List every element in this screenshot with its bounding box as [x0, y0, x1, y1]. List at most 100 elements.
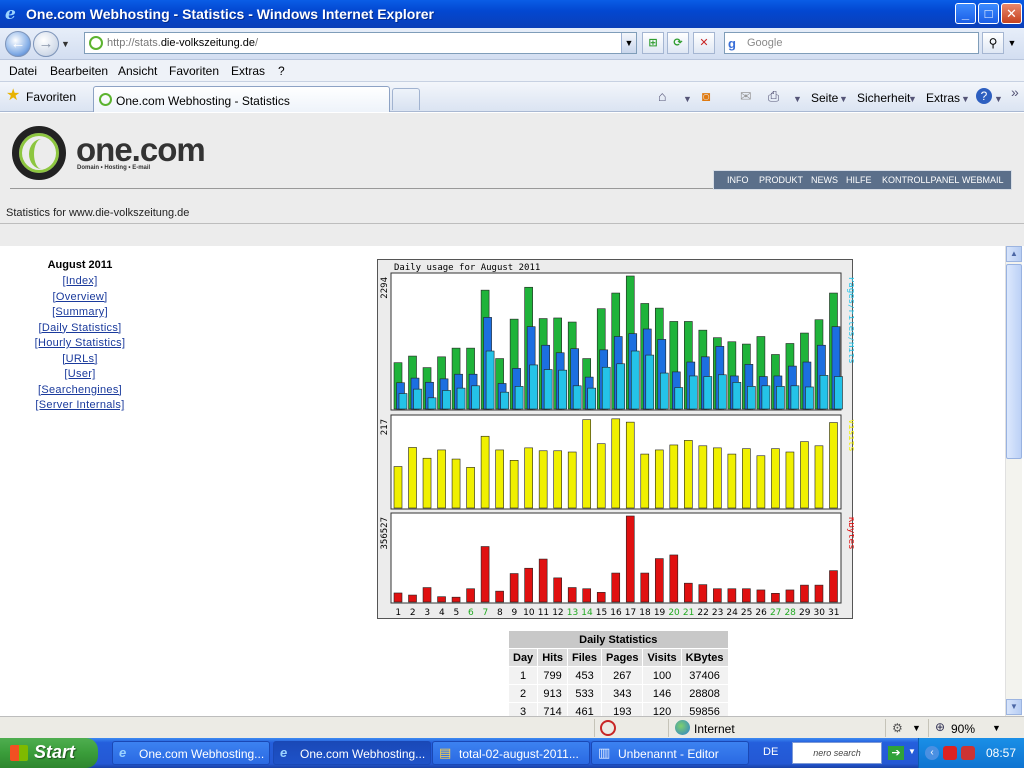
nav-kontrollpanel[interactable]: KONTROLLPANEL — [882, 175, 959, 185]
address-bar[interactable]: http://stats.die-volkszeitung.de/ ▼ — [84, 32, 637, 54]
menu-item-extras[interactable]: Extras — [231, 64, 265, 78]
zoom-dropdown-icon[interactable]: ▼ — [992, 723, 1001, 733]
table-cell: 714 — [537, 702, 568, 716]
one-com-logo-icon[interactable] — [12, 126, 66, 180]
link-server-internals[interactable]: [Server Internals] — [0, 399, 160, 415]
close-button[interactable]: ✕ — [1001, 3, 1022, 24]
new-tab-button[interactable] — [392, 88, 420, 110]
stop-icon[interactable]: ✕ — [693, 32, 715, 54]
forward-button[interactable]: → — [33, 31, 59, 57]
security-menu-button[interactable]: Sicherheit — [857, 91, 910, 105]
link-daily-statistics[interactable]: [Daily Statistics] — [0, 322, 160, 338]
back-button[interactable]: ← — [5, 31, 31, 57]
nav-webmail[interactable]: WEBMAIL — [962, 175, 1004, 185]
link-hourly-statistics[interactable]: [Hourly Statistics] — [0, 337, 160, 353]
panel-ymax-label: 2294 — [380, 277, 390, 299]
bar-kbytes — [654, 558, 664, 603]
status-separator — [885, 719, 886, 737]
taskbar-item-editor[interactable]: ▥ Unbenannt - Editor — [591, 741, 749, 765]
more-commands-icon[interactable]: » — [1011, 84, 1019, 100]
home-icon[interactable]: ⌂ — [658, 88, 666, 104]
x-tick-label: 24 — [726, 608, 738, 618]
nav-news[interactable]: NEWS — [811, 175, 838, 185]
bar-visits — [785, 451, 795, 509]
link-urls[interactable]: [URLs] — [0, 353, 160, 369]
search-box[interactable]: g Google — [724, 32, 979, 54]
address-url[interactable]: http://stats.die-volkszeitung.de/ — [107, 37, 258, 49]
site-logo-text[interactable]: one.com — [76, 131, 206, 169]
menu-bar: Datei Bearbeiten Ansicht Favoriten Extra… — [0, 60, 1024, 82]
link-summary[interactable]: [Summary] — [0, 306, 160, 322]
read-mail-icon[interactable]: ✉ — [740, 88, 752, 104]
tray-collapse-icon[interactable]: ‹ — [925, 746, 939, 760]
scroll-up-icon[interactable]: ▲ — [1006, 246, 1022, 262]
recent-pages-dropdown-icon[interactable]: ▼ — [61, 39, 70, 49]
print-dropdown-icon[interactable]: ▼ — [793, 91, 802, 107]
taskbar-item-ie-2[interactable]: e One.com Webhosting... — [273, 741, 431, 765]
help-icon[interactable]: ? — [976, 88, 992, 104]
page-menu-button[interactable]: Seite — [811, 91, 838, 105]
menu-item-bearbeiten[interactable]: Bearbeiten — [50, 64, 108, 78]
protected-mode-dropdown-icon[interactable]: ▼ — [912, 723, 921, 733]
tools-menu-button[interactable]: Extras — [926, 91, 960, 105]
tools-dropdown-icon[interactable]: ▼ — [961, 91, 970, 107]
vertical-scrollbar[interactable]: ▲ ▼ — [1005, 246, 1022, 716]
taskbar-item-image[interactable]: ▤ total-02-august-2011... — [432, 741, 590, 765]
link-user[interactable]: [User] — [0, 368, 160, 384]
minimize-button[interactable]: _ — [955, 3, 976, 24]
page-dropdown-icon[interactable]: ▼ — [839, 91, 848, 107]
help-dropdown-icon[interactable]: ▼ — [994, 91, 1003, 107]
link-overview[interactable]: [Overview] — [0, 291, 160, 307]
bar-visits — [567, 451, 577, 509]
antivirus-icon[interactable] — [961, 746, 975, 760]
bar-kbytes — [756, 589, 766, 603]
nav-produkt[interactable]: PRODUKT — [759, 175, 803, 185]
menu-item-ansicht[interactable]: Ansicht — [118, 64, 157, 78]
nav-hilfe[interactable]: HILFE — [846, 175, 872, 185]
maximize-button[interactable]: □ — [978, 3, 999, 24]
feeds-icon[interactable]: ◙ — [702, 88, 710, 104]
start-button[interactable]: Start — [0, 738, 98, 768]
scroll-down-icon[interactable]: ▼ — [1006, 699, 1022, 715]
bar-kbytes — [480, 546, 490, 603]
nero-search-box[interactable]: nero search — [792, 742, 882, 764]
search-options-dropdown-icon[interactable]: ▼ — [1005, 32, 1019, 54]
security-dropdown-icon[interactable]: ▼ — [908, 91, 917, 107]
bar-pages — [514, 386, 524, 410]
table-cell: 2 — [507, 684, 539, 703]
x-tick-label: 15 — [596, 608, 607, 618]
link-index[interactable]: [Index] — [0, 275, 160, 291]
menu-item-datei[interactable]: Datei — [9, 64, 37, 78]
print-icon[interactable]: ⎙ — [768, 88, 779, 104]
bar-kbytes — [684, 582, 693, 603]
zoom-level[interactable]: 90% — [951, 722, 975, 736]
tab-statistics[interactable]: One.com Webhosting - Statistics — [93, 86, 390, 112]
nav-info[interactable]: INFO — [727, 175, 749, 185]
bar-pages — [529, 364, 538, 410]
menu-item-favoriten[interactable]: Favoriten — [169, 64, 219, 78]
compatibility-view-icon[interactable]: ⊞ — [642, 32, 664, 54]
go-arrow-icon[interactable]: ➔ — [888, 746, 904, 760]
favorites-button[interactable]: Favoriten — [26, 90, 76, 104]
x-tick-label: 30 — [813, 608, 825, 618]
language-indicator[interactable]: DE — [763, 746, 778, 758]
nero-dropdown-icon[interactable]: ▼ — [908, 747, 916, 756]
popup-blocker-icon[interactable] — [600, 720, 616, 736]
zoom-icon[interactable]: ⊕ — [935, 720, 945, 734]
protected-mode-icon[interactable]: ⚙ — [892, 721, 903, 735]
google-icon: g — [728, 36, 736, 51]
home-dropdown-icon[interactable]: ▼ — [683, 91, 692, 107]
link-searchengines[interactable]: [Searchengines] — [0, 384, 160, 400]
search-icon[interactable]: ⚲ — [982, 32, 1004, 54]
security-shield-icon[interactable] — [943, 746, 957, 760]
bar-visits — [800, 441, 809, 509]
taskbar-item-ie-1[interactable]: e One.com Webhosting... — [112, 741, 270, 765]
address-dropdown-icon[interactable]: ▼ — [621, 33, 636, 53]
address-toolbar: ← → ▼ http://stats.die-volkszeitung.de/ … — [0, 28, 1024, 60]
favorites-star-icon[interactable]: ★ — [6, 88, 20, 104]
bar-pages — [805, 386, 814, 410]
menu-item-help[interactable]: ? — [278, 64, 285, 78]
scroll-thumb[interactable] — [1006, 264, 1022, 459]
refresh-icon[interactable]: ⟳ — [667, 32, 689, 54]
search-input[interactable]: Google — [747, 37, 782, 49]
